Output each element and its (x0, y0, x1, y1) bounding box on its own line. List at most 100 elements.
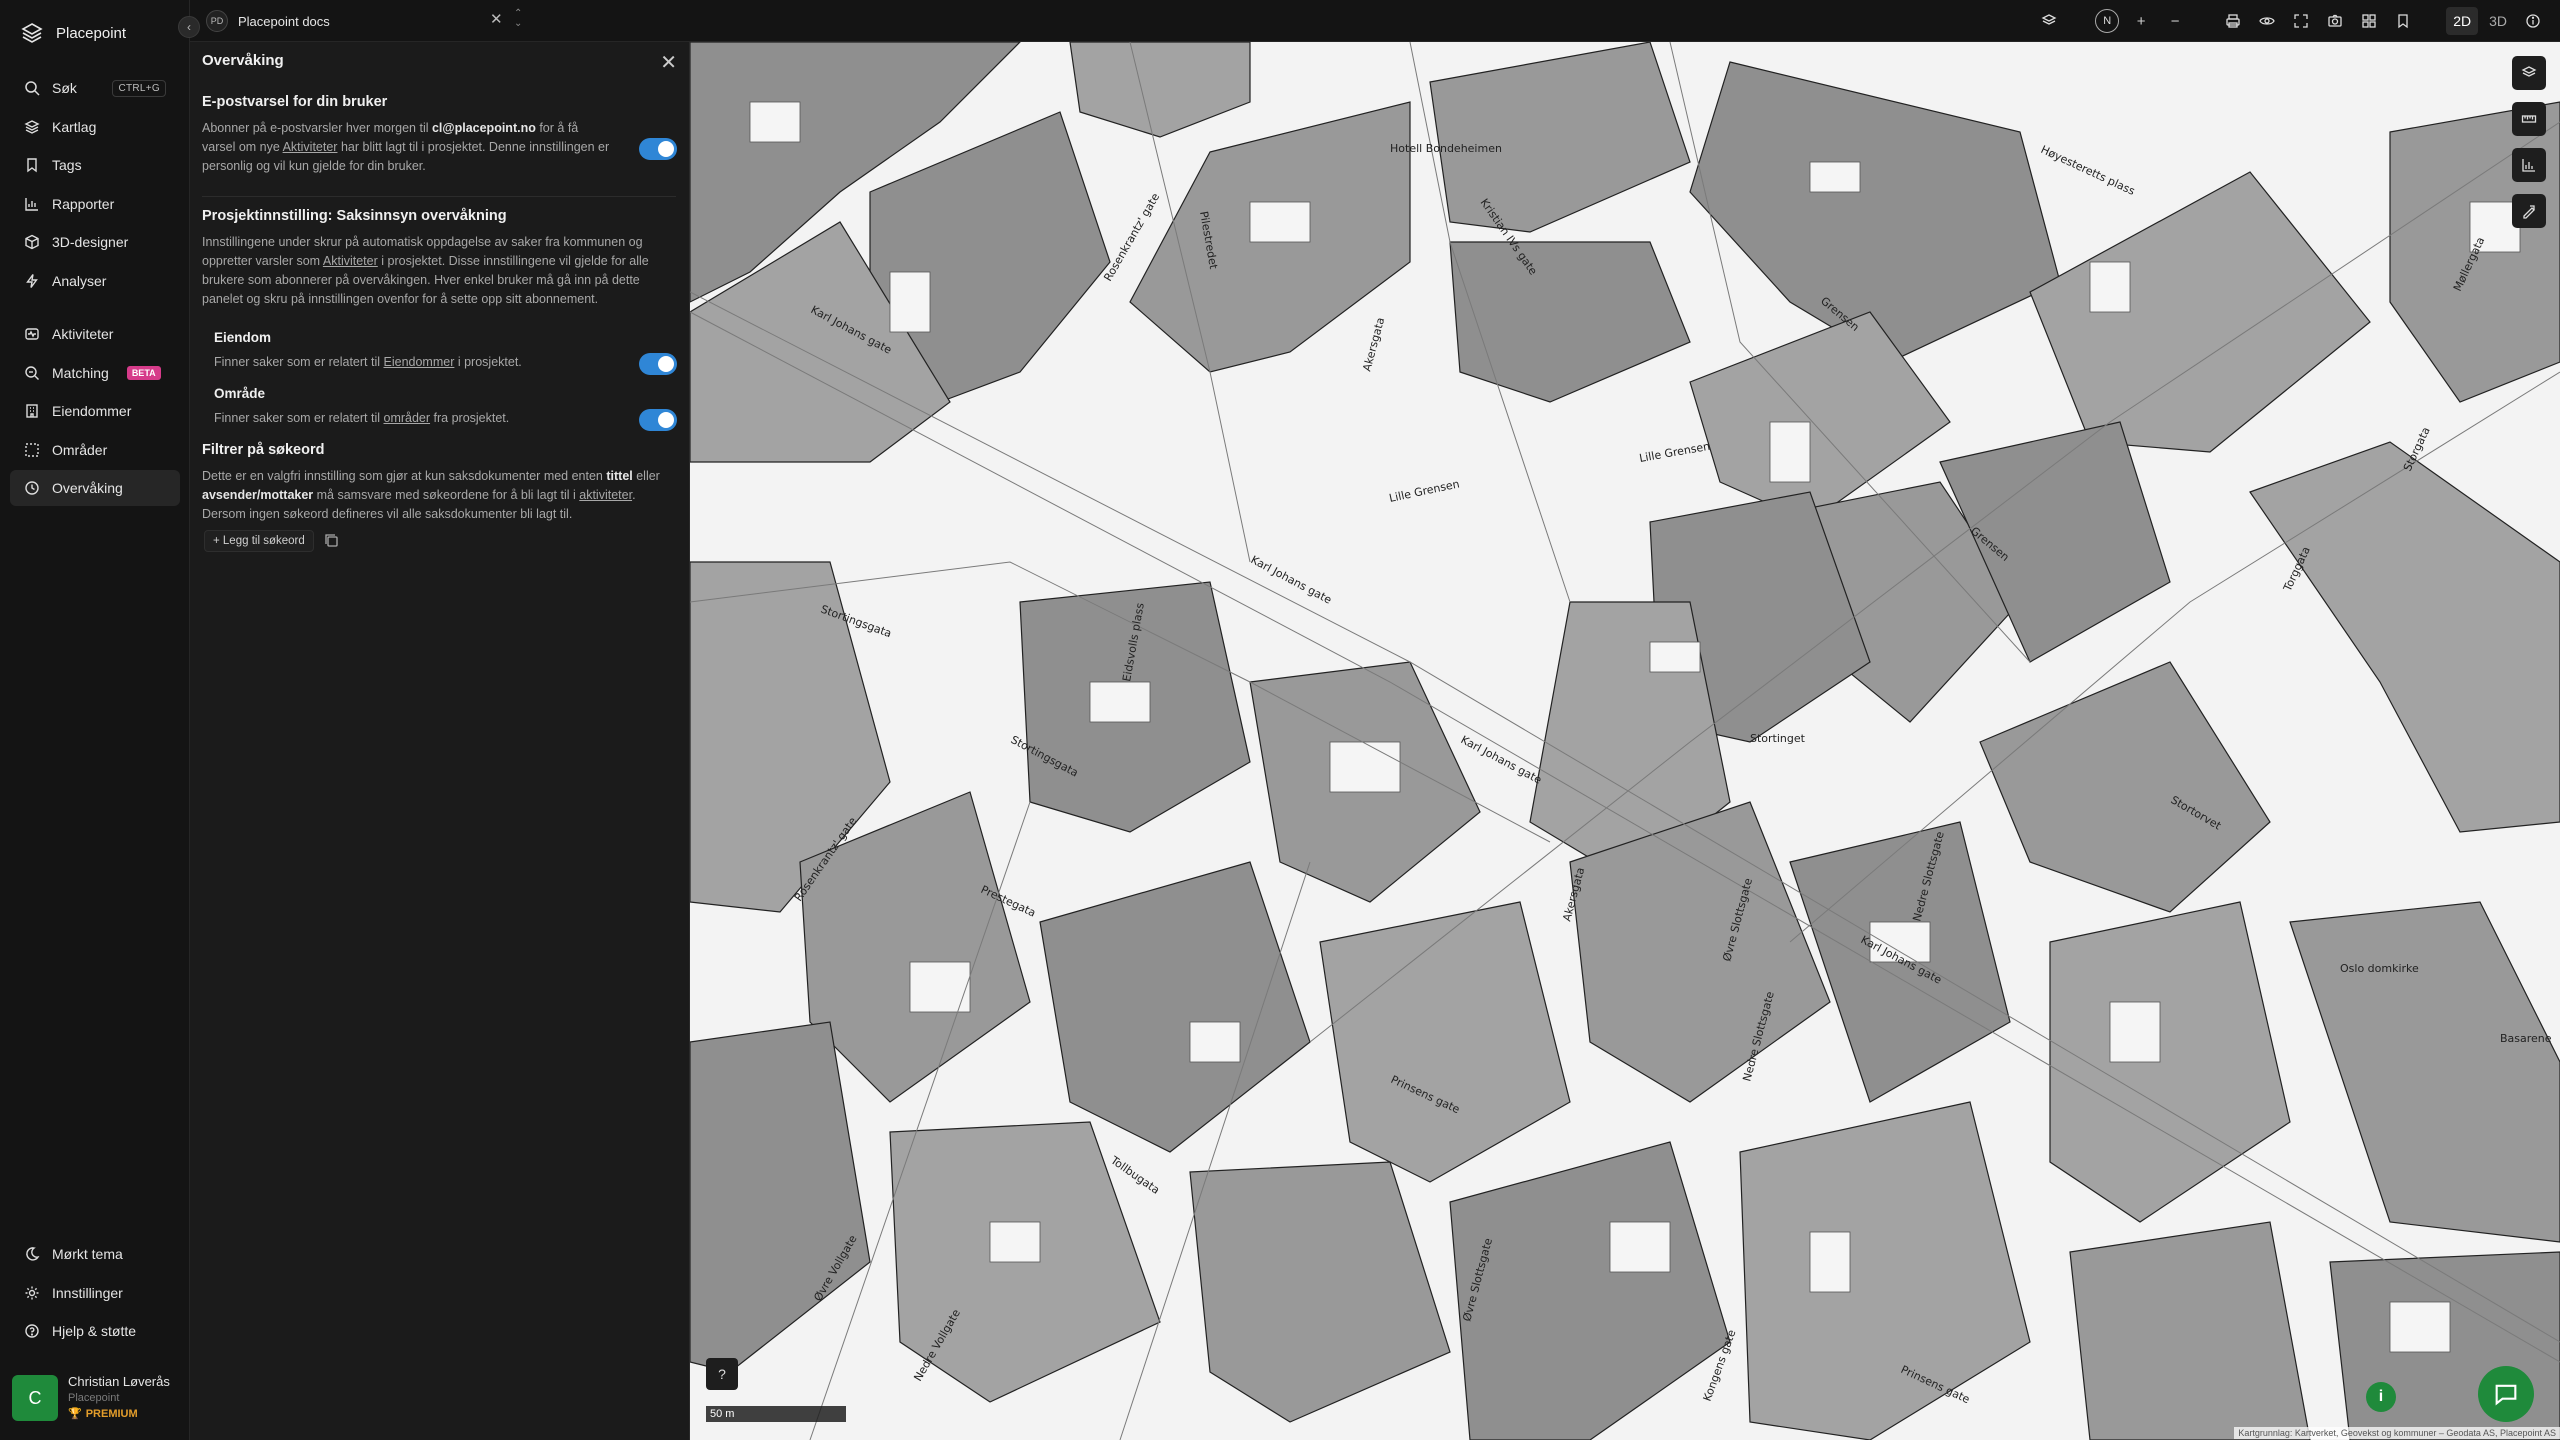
sidebar-item-settings[interactable]: Innstillinger (10, 1275, 180, 1311)
map-canvas[interactable]: Karl Johans gateKarl Johans gateKarl Joh… (690, 42, 2560, 1440)
email-section-text: Abonner på e-postvarsler hver morgen til… (202, 119, 612, 176)
courtyard (1649, 641, 1701, 673)
omrader-link[interactable]: områder (384, 411, 431, 425)
text: fra prosjektet. (430, 411, 510, 425)
email-notification-toggle[interactable] (639, 138, 677, 160)
north-button[interactable]: N (2092, 6, 2122, 36)
close-icon: ✕ (660, 52, 677, 74)
cube-icon (25, 234, 39, 250)
mode-2d-button[interactable]: 2D (2446, 7, 2479, 35)
sidebar-item-label: 3D-designer (52, 234, 129, 250)
sidebar-item-rapporter[interactable]: Rapporter (10, 186, 180, 222)
courtyard (1769, 421, 1811, 483)
omrade-toggle[interactable] (639, 409, 677, 431)
copy-icon[interactable] (324, 533, 340, 549)
eiendom-text: Finner saker som er relatert til Eiendom… (214, 355, 634, 369)
sidebar-item-aktiviteter[interactable]: Aktiviteter (10, 316, 180, 352)
top-bar: PD Placepoint docs ✕ ⌃ ⌄ N + − 2D 3D (190, 0, 2560, 42)
bookmark-icon (27, 158, 37, 173)
map-street-label: Stortinget (1750, 732, 1806, 745)
grid-icon (2362, 14, 2376, 28)
sidebar-item-eiendommer[interactable]: Eiendommer (10, 393, 180, 429)
sidebar-item-help[interactable]: Hjelp & støtte (10, 1313, 180, 1349)
moon-icon (26, 1247, 40, 1261)
info-button[interactable] (2518, 6, 2548, 36)
text: Finner saker som er relatert til (214, 411, 384, 425)
courtyard (1329, 741, 1401, 793)
collapse-sidebar-button[interactable]: ‹ (178, 16, 200, 38)
map-attribution: Kartgrunnlag: Kartverket, Geovekst og ko… (2234, 1427, 2560, 1439)
sidebar-item-matching[interactable]: Matching BETA (10, 355, 180, 391)
sidebar-item-3d-designer[interactable]: 3D-designer (10, 224, 180, 260)
courtyard (2389, 1301, 2451, 1353)
avatar: C (12, 1375, 58, 1421)
courtyard (889, 271, 931, 333)
plan-badge: 🏆 PREMIUM (68, 1406, 170, 1422)
map-help-button[interactable]: ? (706, 1358, 738, 1390)
toolbar-right: N + − 2D 3D (2034, 6, 2548, 36)
aktiviteter-link[interactable]: aktiviteter (579, 488, 632, 502)
zoom-out-button[interactable]: − (2160, 6, 2190, 36)
chat-button[interactable] (2478, 1366, 2534, 1422)
courtyard (749, 101, 801, 143)
zoom-in-button[interactable]: + (2126, 6, 2156, 36)
ruler-icon (2521, 115, 2537, 123)
beta-badge: BETA (126, 365, 161, 380)
courtyard (1809, 161, 1861, 193)
omrade-label: Område (214, 386, 266, 401)
info-fab-button[interactable]: i (2366, 1382, 2396, 1412)
sidebar-item-label: Innstillinger (52, 1284, 123, 1301)
map-street-label: Oslo domkirke (2340, 962, 2419, 975)
brand[interactable]: Placepoint (20, 20, 126, 46)
sidebar-item-dark-theme[interactable]: Mørkt tema (10, 1236, 180, 1272)
monitor-icon (25, 481, 39, 495)
print-button[interactable] (2218, 6, 2248, 36)
building-block[interactable] (2069, 1221, 2311, 1440)
eiendom-setting: Eiendom Finner saker som er relatert til… (214, 330, 634, 369)
map-street-label: Basarene (2500, 1032, 2552, 1045)
aktiviteter-link[interactable]: Aktiviteter (323, 254, 378, 268)
app-window: Placepoint Søk CTRL+G Kartlag Tags Rappo… (0, 0, 2560, 1440)
user-card[interactable]: C Christian Løverås Placepoint 🏆 PREMIUM (12, 1370, 182, 1426)
screenshot-button[interactable] (2320, 6, 2350, 36)
measure-button[interactable] (2512, 102, 2546, 136)
terrain-button[interactable] (2034, 6, 2064, 36)
sidebar-item-label: Analyser (52, 272, 107, 289)
text-bold: tittel (606, 469, 633, 483)
aktiviteter-link[interactable]: Aktiviteter (283, 140, 338, 154)
map-view[interactable]: Karl Johans gate Karl Johans gate Karl Joh… (690, 42, 2560, 1440)
bookmark-button[interactable] (2388, 6, 2418, 36)
close-panel-button[interactable]: ✕ (660, 50, 677, 75)
project-selector[interactable]: PD Placepoint docs (206, 8, 330, 34)
sidebar-item-kartlag[interactable]: Kartlag (10, 109, 180, 145)
sidebar-item-tags[interactable]: Tags (10, 147, 180, 183)
eye-icon (2259, 17, 2275, 25)
chevron-updown-icon[interactable]: ⌃ ⌄ (514, 9, 522, 29)
sidebar-item-overvaking[interactable]: Overvåking (10, 470, 180, 506)
shortcut-badge: CTRL+G (112, 79, 166, 97)
project-section-heading: Prosjektinnstilling: Saksinnsyn overvåkn… (202, 208, 507, 224)
add-keyword-button[interactable]: + Legg til søkeord (204, 530, 314, 552)
project-avatar: PD (206, 10, 228, 32)
mode-3d-button[interactable]: 3D (2482, 7, 2514, 35)
sidebar-item-search[interactable]: Søk CTRL+G (10, 70, 180, 106)
statistics-button[interactable] (2512, 148, 2546, 182)
sidebar-item-omrader[interactable]: Områder (10, 432, 180, 468)
close-project-icon[interactable]: ✕ (490, 10, 503, 28)
sidebar-item-label: Tags (52, 157, 82, 173)
courtyard (989, 1221, 1041, 1263)
grid-button[interactable] (2354, 6, 2384, 36)
camera-icon (2328, 14, 2342, 27)
omrade-setting: Område Finner saker som er relatert til … (214, 386, 634, 425)
visibility-button[interactable] (2252, 6, 2282, 36)
bar-chart-icon (2522, 159, 2535, 172)
fullscreen-button[interactable] (2286, 6, 2316, 36)
sidebar-item-analyser[interactable]: Analyser (10, 263, 180, 299)
project-section-text: Innstillingene under skrur på automatisk… (202, 233, 676, 309)
draw-tool-button[interactable] (2512, 194, 2546, 228)
eiendommer-link[interactable]: Eiendommer (384, 355, 455, 369)
help-icon (25, 1324, 39, 1338)
sidebar-item-label: Mørkt tema (52, 1246, 123, 1262)
map-layer-button[interactable] (2512, 56, 2546, 90)
eiendom-toggle[interactable] (639, 353, 677, 375)
